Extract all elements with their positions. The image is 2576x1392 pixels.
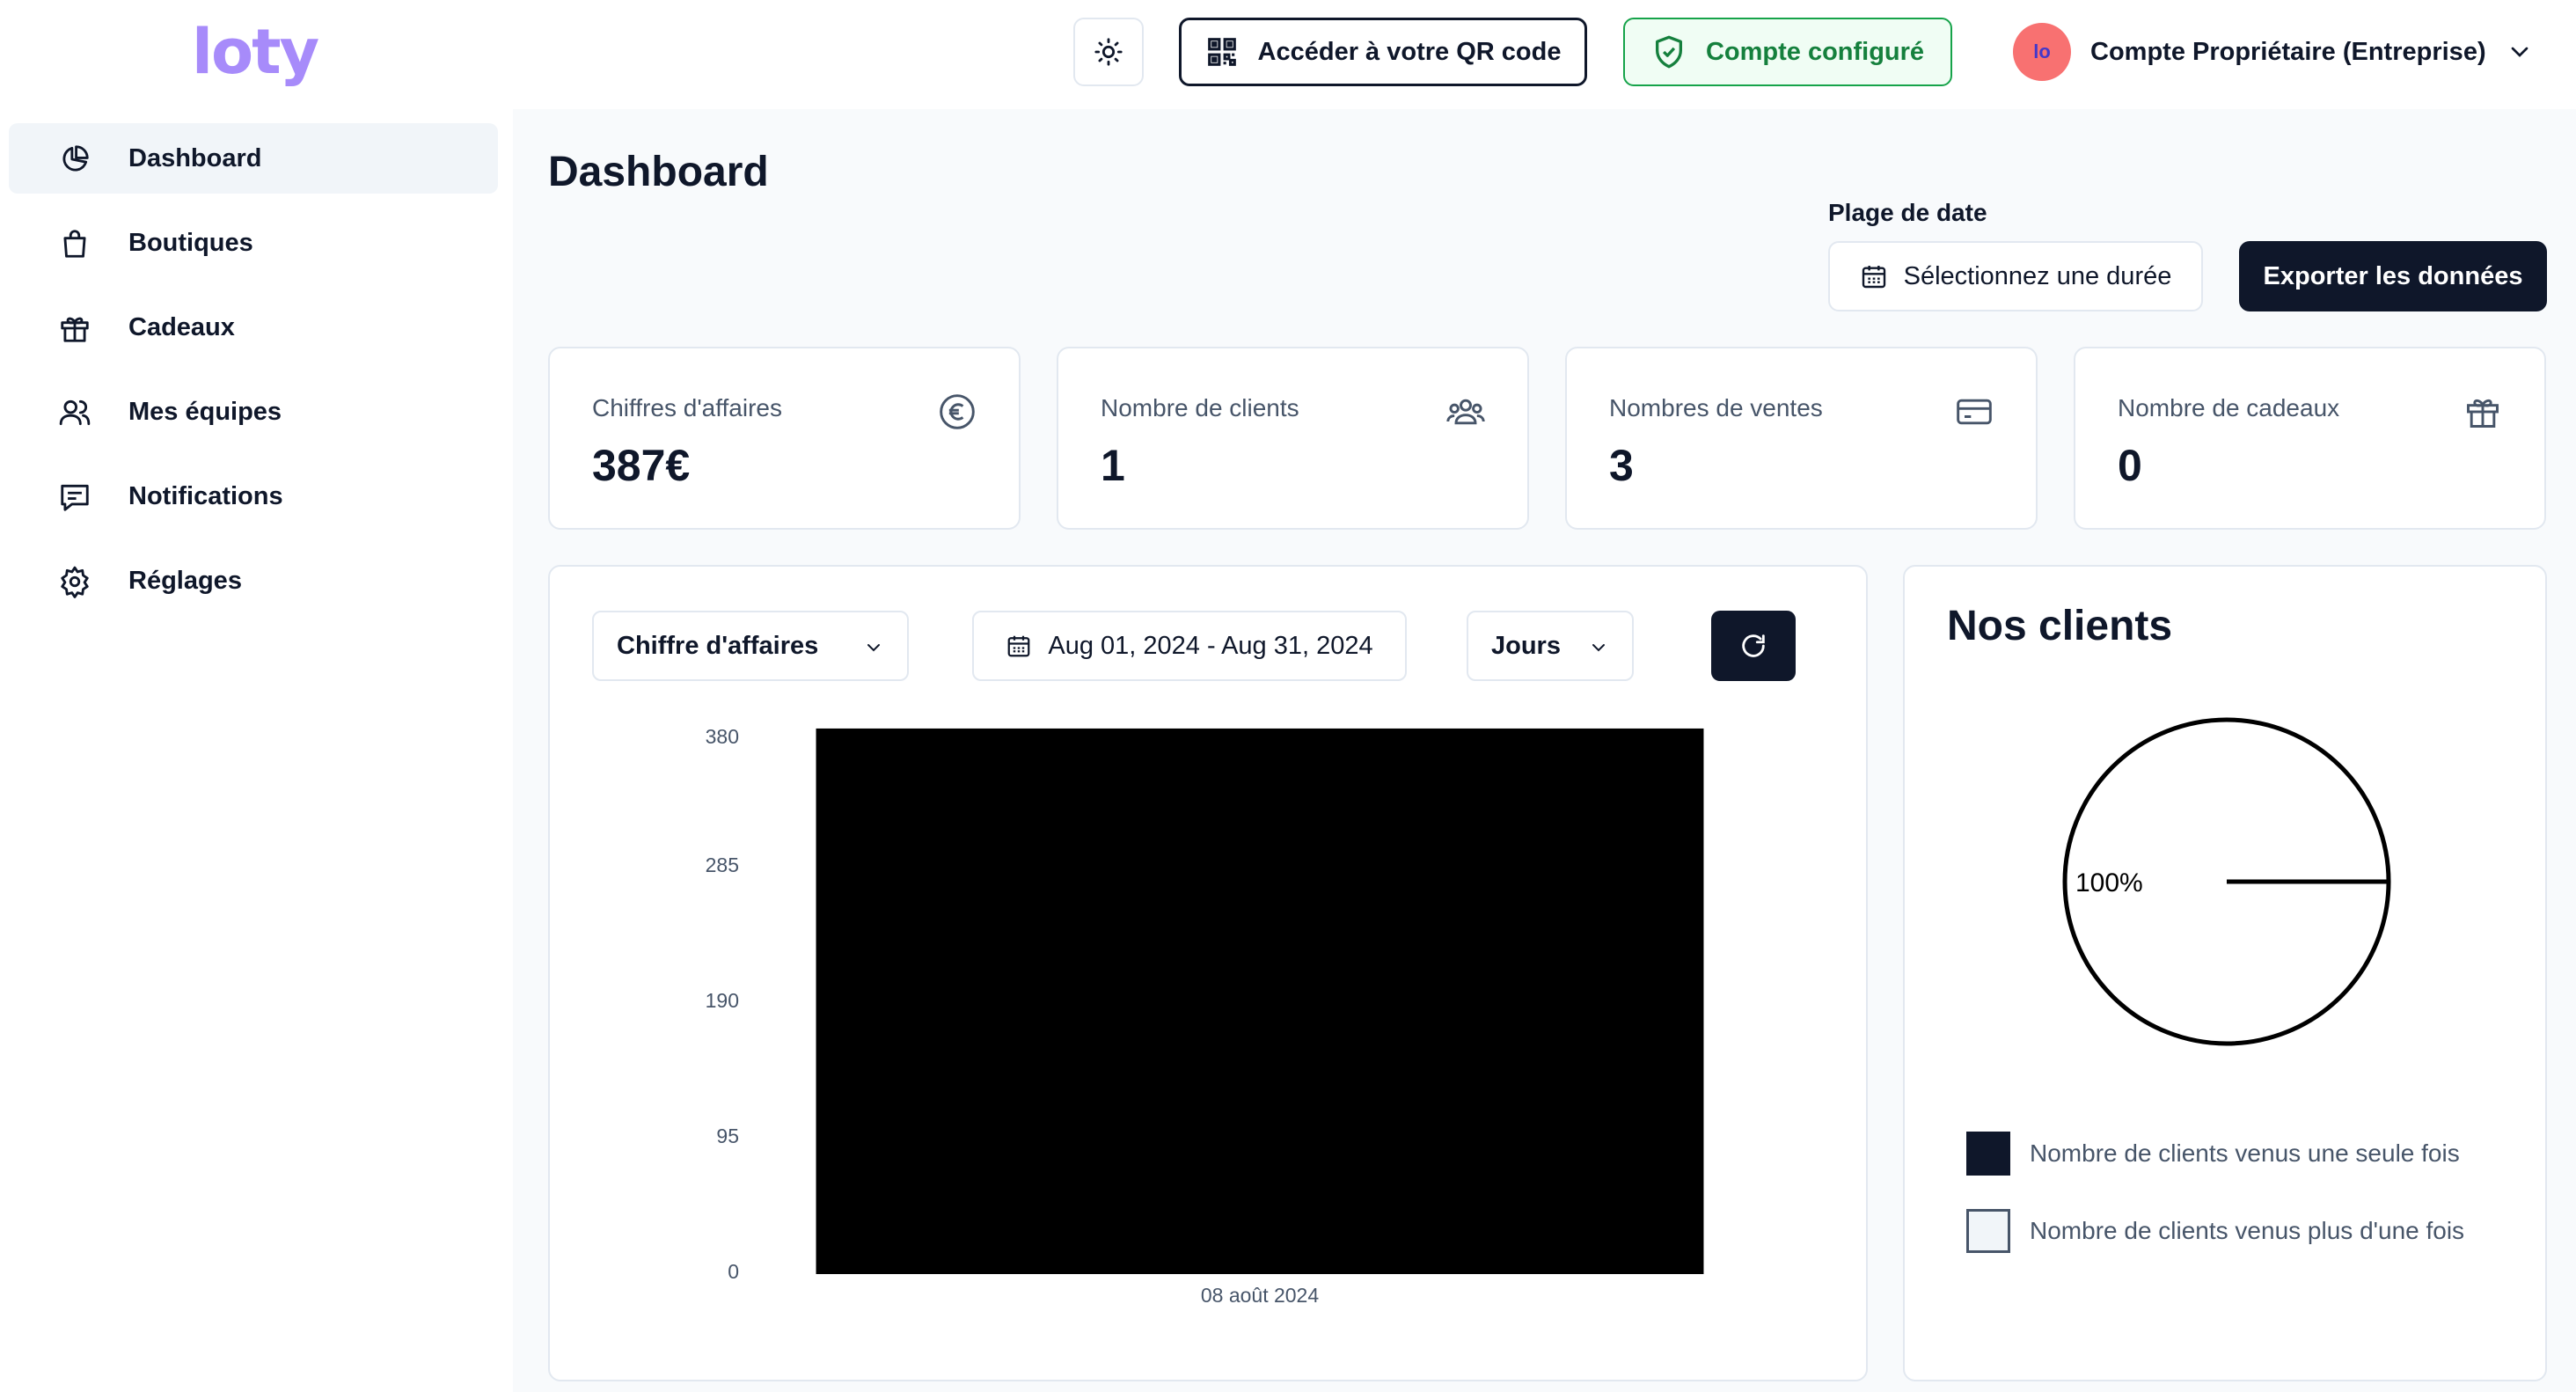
sidebar-item-label: Notifications <box>128 481 283 510</box>
stat-value: 3 <box>1609 441 1634 490</box>
date-range-placeholder: Sélectionnez une durée <box>1903 261 2172 290</box>
profile-menu[interactable]: lo Compte Propriétaire (Entreprise) <box>2013 23 2534 81</box>
sidebar-item-dashboard[interactable]: Dashboard <box>9 123 498 194</box>
calendar-icon <box>1862 266 1885 289</box>
shopping-bag-icon <box>63 230 86 258</box>
qr-code-button[interactable]: Accéder à votre QR code <box>1179 18 1587 86</box>
date-range-picker[interactable]: Sélectionnez une durée <box>1828 241 2203 311</box>
stat-card-sales: Nombres de ventes 3 <box>1565 347 2038 530</box>
stat-label: Nombre de clients <box>1101 394 1299 421</box>
euro-icon <box>940 394 975 429</box>
stat-label: Nombre de cadeaux <box>2118 394 2340 421</box>
date-range-label: Plage de date <box>1828 199 1987 226</box>
clients-pie-chart: 100% <box>2062 717 2391 1046</box>
message-icon <box>61 484 89 511</box>
legend-swatch <box>1966 1132 2010 1176</box>
stat-value: 0 <box>2118 441 2142 490</box>
sun-icon <box>1094 38 1123 66</box>
sidebar-item-mes-equipes[interactable]: Mes équipes <box>9 377 498 447</box>
clients-card: Nos clients 100% Nombre de clients venus… <box>1903 565 2547 1381</box>
shield-check-icon <box>1655 35 1682 69</box>
sidebar-item-label: Dashboard <box>128 143 262 172</box>
stat-value: 387€ <box>592 441 691 490</box>
stat-label: Chiffres d'affaires <box>592 394 782 421</box>
sidebar-item-cadeaux[interactable]: Cadeaux <box>9 292 498 363</box>
page-title: Dashboard <box>548 149 769 195</box>
stat-card-gifts: Nombre de cadeaux 0 <box>2074 347 2546 530</box>
sidebar-item-notifications[interactable]: Notifications <box>9 461 498 531</box>
account-status-button[interactable]: Compte configuré <box>1623 18 1952 86</box>
pie-data-label: 100% <box>2075 868 2143 897</box>
profile-name: Compte Propriétaire (Entreprise) <box>2090 37 2486 66</box>
sidebar-item-label: Cadeaux <box>128 312 235 341</box>
sidebar-item-label: Réglages <box>128 566 242 595</box>
qr-code-button-label: Accéder à votre QR code <box>1257 37 1562 66</box>
legend-item[interactable]: Nombre de clients venus une seule fois <box>1966 1132 2460 1176</box>
bar-chart: 08 août 2024 <box>816 728 1704 1307</box>
sidebar: Dashboard Boutiques Cadeaux Mes équipes … <box>0 109 513 1392</box>
account-status-label: Compte configuré <box>1705 37 1925 66</box>
export-data-button[interactable]: Exporter les données <box>2239 241 2547 311</box>
users-icon <box>59 399 91 426</box>
gift-icon <box>61 317 89 342</box>
stat-label: Nombres de ventes <box>1609 394 1823 421</box>
app-logo[interactable]: loty <box>192 12 319 92</box>
legend-swatch <box>1966 1209 2010 1253</box>
chart-bar[interactable] <box>816 728 1704 1274</box>
legend-label: Nombre de clients venus une seule fois <box>2030 1139 2460 1167</box>
main-content: Dashboard Plage de date Sélectionnez une… <box>513 109 2576 1392</box>
sidebar-item-label: Mes équipes <box>128 397 282 426</box>
theme-toggle-button[interactable] <box>1073 18 1144 86</box>
avatar: lo <box>2013 23 2071 81</box>
sidebar-item-reglages[interactable]: Réglages <box>9 546 498 616</box>
legend-item[interactable]: Nombre de clients venus plus d'une fois <box>1966 1209 2464 1253</box>
x-tick-label: 08 août 2024 <box>1201 1284 1320 1307</box>
gear-icon <box>61 566 89 598</box>
credit-card-icon <box>1957 399 1992 425</box>
top-header: loty Accéder à votre QR code Compte conf… <box>0 0 2576 109</box>
pie-chart-icon <box>62 145 89 172</box>
sidebar-item-boutiques[interactable]: Boutiques <box>9 208 498 278</box>
qr-code-icon <box>1207 38 1236 66</box>
stat-value: 1 <box>1101 441 1125 490</box>
revenue-chart-card: Chiffre d'affaires Aug 01, 2024 - Aug 31… <box>548 565 1868 1381</box>
sidebar-item-label: Boutiques <box>128 228 253 257</box>
stat-card-revenue: Chiffres d'affaires 387€ <box>548 347 1021 530</box>
gift-icon <box>2467 399 2499 428</box>
legend-label: Nombre de clients venus plus d'une fois <box>2030 1217 2465 1244</box>
chevron-down-icon <box>2511 47 2528 57</box>
users-icon <box>1446 399 1485 425</box>
stat-card-clients: Nombre de clients 1 <box>1057 347 1529 530</box>
